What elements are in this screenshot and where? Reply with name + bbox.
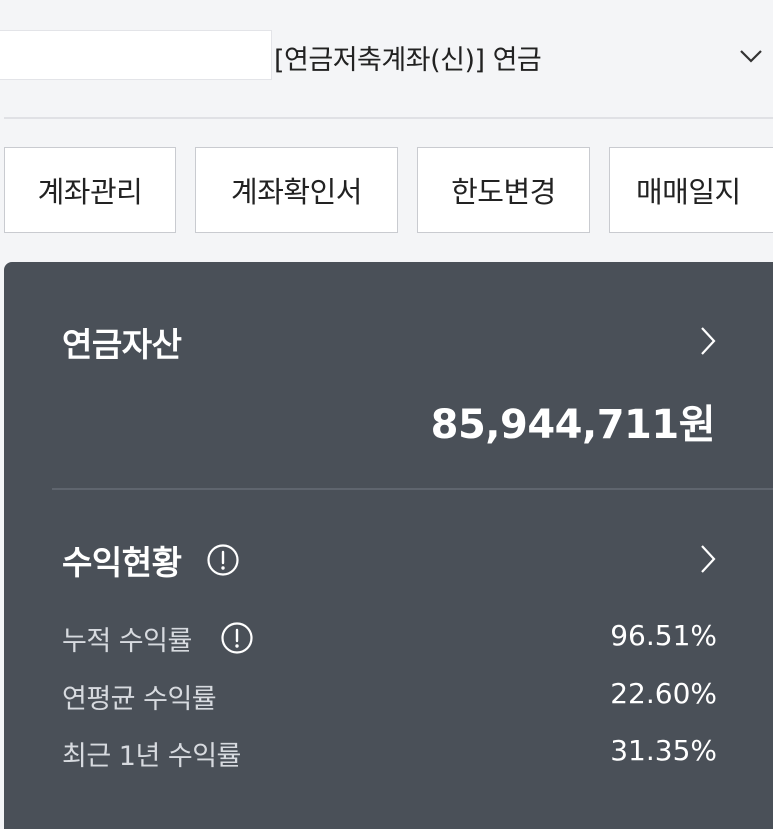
account-certificate-button[interactable]: 계좌확인서 xyxy=(195,147,398,233)
stat-value: 22.60% xyxy=(610,677,717,710)
divider xyxy=(4,117,773,119)
pension-assets-title[interactable]: 연금자산 xyxy=(62,318,182,366)
card-divider xyxy=(52,488,773,490)
chevron-right-icon[interactable] xyxy=(700,326,716,356)
stat-value: 31.35% xyxy=(610,734,717,767)
account-name: [연금저축계좌(신)] 연금 xyxy=(274,45,542,76)
trading-journal-button[interactable]: 매매일지 xyxy=(609,147,773,233)
info-icon[interactable] xyxy=(206,543,240,577)
stat-label: 연평균 수익률 xyxy=(62,684,217,715)
profit-status-title[interactable]: 수익현황 xyxy=(62,536,182,584)
account-management-button[interactable]: 계좌관리 xyxy=(4,147,176,233)
stat-row-cumulative: 누적 수익률 96.51% xyxy=(62,619,717,659)
chevron-right-icon[interactable] xyxy=(700,544,716,574)
stat-value: 96.51% xyxy=(610,619,717,652)
stat-label: 최근 1년 수익률 xyxy=(62,741,241,772)
account-selector[interactable]: [연금저축계좌(신)] 연금 xyxy=(0,30,773,82)
stat-label: 누적 수익률 xyxy=(62,626,192,657)
pension-summary-card: 연금자산 85,944,711원 수익현황 누적 수익률 96.51% 연평균 … xyxy=(4,262,773,829)
stat-row-annual-average: 연평균 수익률 22.60% xyxy=(62,677,717,717)
limit-change-button[interactable]: 한도변경 xyxy=(417,147,590,233)
stat-row-recent-year: 최근 1년 수익률 31.35% xyxy=(62,734,717,774)
info-icon[interactable] xyxy=(220,621,254,655)
chevron-down-icon[interactable] xyxy=(738,46,764,66)
account-number-field[interactable] xyxy=(0,30,272,80)
pension-assets-total: 85,944,711원 xyxy=(430,402,716,448)
